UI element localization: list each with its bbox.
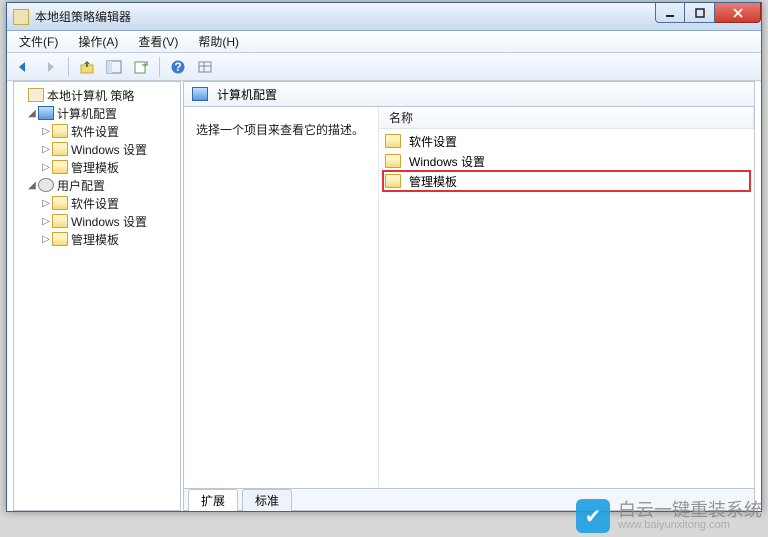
folder-icon (52, 232, 68, 246)
list-items: 软件设置 Windows 设置管理模板 (379, 129, 754, 193)
menubar: 文件(F) 操作(A) 查看(V) 帮助(H) (7, 31, 761, 53)
expand-icon[interactable]: ▷ (40, 162, 52, 173)
menu-action[interactable]: 操作(A) (70, 31, 126, 52)
toolbar-separator (68, 57, 69, 77)
window-controls (655, 3, 761, 23)
computer-icon (38, 106, 54, 120)
expand-icon[interactable]: ▷ (40, 144, 52, 155)
expand-icon[interactable]: ▷ (40, 234, 52, 245)
help-button[interactable]: ? (166, 56, 190, 78)
list-item-label: 管理模板 (409, 173, 457, 190)
menu-file[interactable]: 文件(F) (11, 31, 66, 52)
window-title: 本地组策略编辑器 (35, 8, 131, 25)
list-item[interactable]: 管理模板 (383, 171, 750, 191)
toolbar-separator (159, 57, 160, 77)
folder-icon (52, 142, 68, 156)
tree-label: 软件设置 (71, 195, 119, 212)
svg-text:?: ? (174, 60, 181, 74)
tree-admin-templates[interactable]: ▷ 管理模板 (16, 158, 178, 176)
watermark-url: www.baiyunxitong.com (618, 519, 762, 531)
tree-admin-templates[interactable]: ▷ 管理模板 (16, 230, 178, 248)
expand-icon[interactable]: ▷ (40, 216, 52, 227)
folder-icon (385, 154, 401, 168)
gpedit-window: 本地组策略编辑器 文件(F) 操作(A) 查看(V) 帮助(H) ? 本地计算机… (6, 2, 762, 512)
description-column: 选择一个项目来查看它的描述。 (184, 107, 378, 488)
toolbar: ? (7, 53, 761, 81)
tree-computer-config[interactable]: ◢ 计算机配置 (16, 104, 178, 122)
tree-label: 用户配置 (57, 177, 105, 194)
filter-button[interactable] (193, 56, 217, 78)
tree-pane[interactable]: 本地计算机 策略 ◢ 计算机配置 ▷ 软件设置 ▷ Windows 设置 (13, 81, 181, 511)
tree-user-config[interactable]: ◢ 用户配置 (16, 176, 178, 194)
up-level-button[interactable] (75, 56, 99, 78)
expand-icon[interactable]: ▷ (40, 198, 52, 209)
column-name[interactable]: 名称 (379, 107, 754, 128)
list-item[interactable]: Windows 设置 (383, 151, 750, 171)
folder-icon (52, 196, 68, 210)
tree-root[interactable]: 本地计算机 策略 (16, 86, 178, 104)
description-text: 选择一个项目来查看它的描述。 (196, 121, 366, 138)
list-header[interactable]: 名称 (379, 107, 754, 129)
list-item-label: 软件设置 (409, 133, 457, 150)
tab-standard[interactable]: 标准 (242, 489, 292, 511)
folder-icon (52, 214, 68, 228)
user-icon (38, 178, 54, 192)
forward-button[interactable] (38, 56, 62, 78)
close-button[interactable] (715, 3, 761, 23)
app-icon (13, 9, 29, 25)
collapse-icon[interactable]: ◢ (26, 180, 38, 191)
tree-windows-settings[interactable]: ▷ Windows 设置 (16, 140, 178, 158)
watermark-logo-icon: ✔ (576, 499, 610, 533)
computer-icon (192, 87, 208, 101)
client-area: 本地计算机 策略 ◢ 计算机配置 ▷ 软件设置 ▷ Windows 设置 (7, 81, 761, 511)
tree-software-settings[interactable]: ▷ 软件设置 (16, 122, 178, 140)
expand-icon[interactable]: ▷ (40, 126, 52, 137)
show-hide-tree-button[interactable] (102, 56, 126, 78)
list-item[interactable]: 软件设置 (383, 131, 750, 151)
content-header: 计算机配置 (183, 81, 755, 107)
maximize-button[interactable] (685, 3, 715, 23)
tab-extended[interactable]: 扩展 (188, 489, 238, 511)
tree-software-settings[interactable]: ▷ 软件设置 (16, 194, 178, 212)
export-list-button[interactable] (129, 56, 153, 78)
titlebar[interactable]: 本地组策略编辑器 (7, 3, 761, 31)
content-body: 选择一个项目来查看它的描述。 名称 软件设置 Windows 设置管理模板 (183, 107, 755, 489)
watermark-brand: 白云一键重装系统 (618, 501, 762, 519)
folder-icon (385, 134, 401, 148)
policy-icon (28, 88, 44, 102)
tree-windows-settings[interactable]: ▷ Windows 设置 (16, 212, 178, 230)
menu-help[interactable]: 帮助(H) (190, 31, 247, 52)
tree-label: 软件设置 (71, 123, 119, 140)
list-item-label: Windows 设置 (409, 153, 485, 170)
collapse-icon[interactable]: ◢ (26, 108, 38, 119)
folder-icon (385, 174, 401, 188)
menu-view[interactable]: 查看(V) (130, 31, 186, 52)
content-heading: 计算机配置 (217, 86, 277, 103)
tree-label: Windows 设置 (71, 141, 147, 158)
watermark: ✔ 白云一键重装系统 www.baiyunxitong.com (576, 499, 762, 533)
tree-label: 计算机配置 (57, 105, 117, 122)
folder-icon (52, 160, 68, 174)
back-button[interactable] (11, 56, 35, 78)
minimize-button[interactable] (655, 3, 685, 23)
main-pane: 计算机配置 选择一个项目来查看它的描述。 名称 软件设置 Windows 设置管理… (183, 81, 755, 511)
tree-label: Windows 设置 (71, 213, 147, 230)
folder-icon (52, 124, 68, 138)
tree-label: 管理模板 (71, 231, 119, 248)
list-column: 名称 软件设置 Windows 设置管理模板 (378, 107, 754, 488)
tree-label: 本地计算机 策略 (47, 87, 134, 104)
tree-label: 管理模板 (71, 159, 119, 176)
